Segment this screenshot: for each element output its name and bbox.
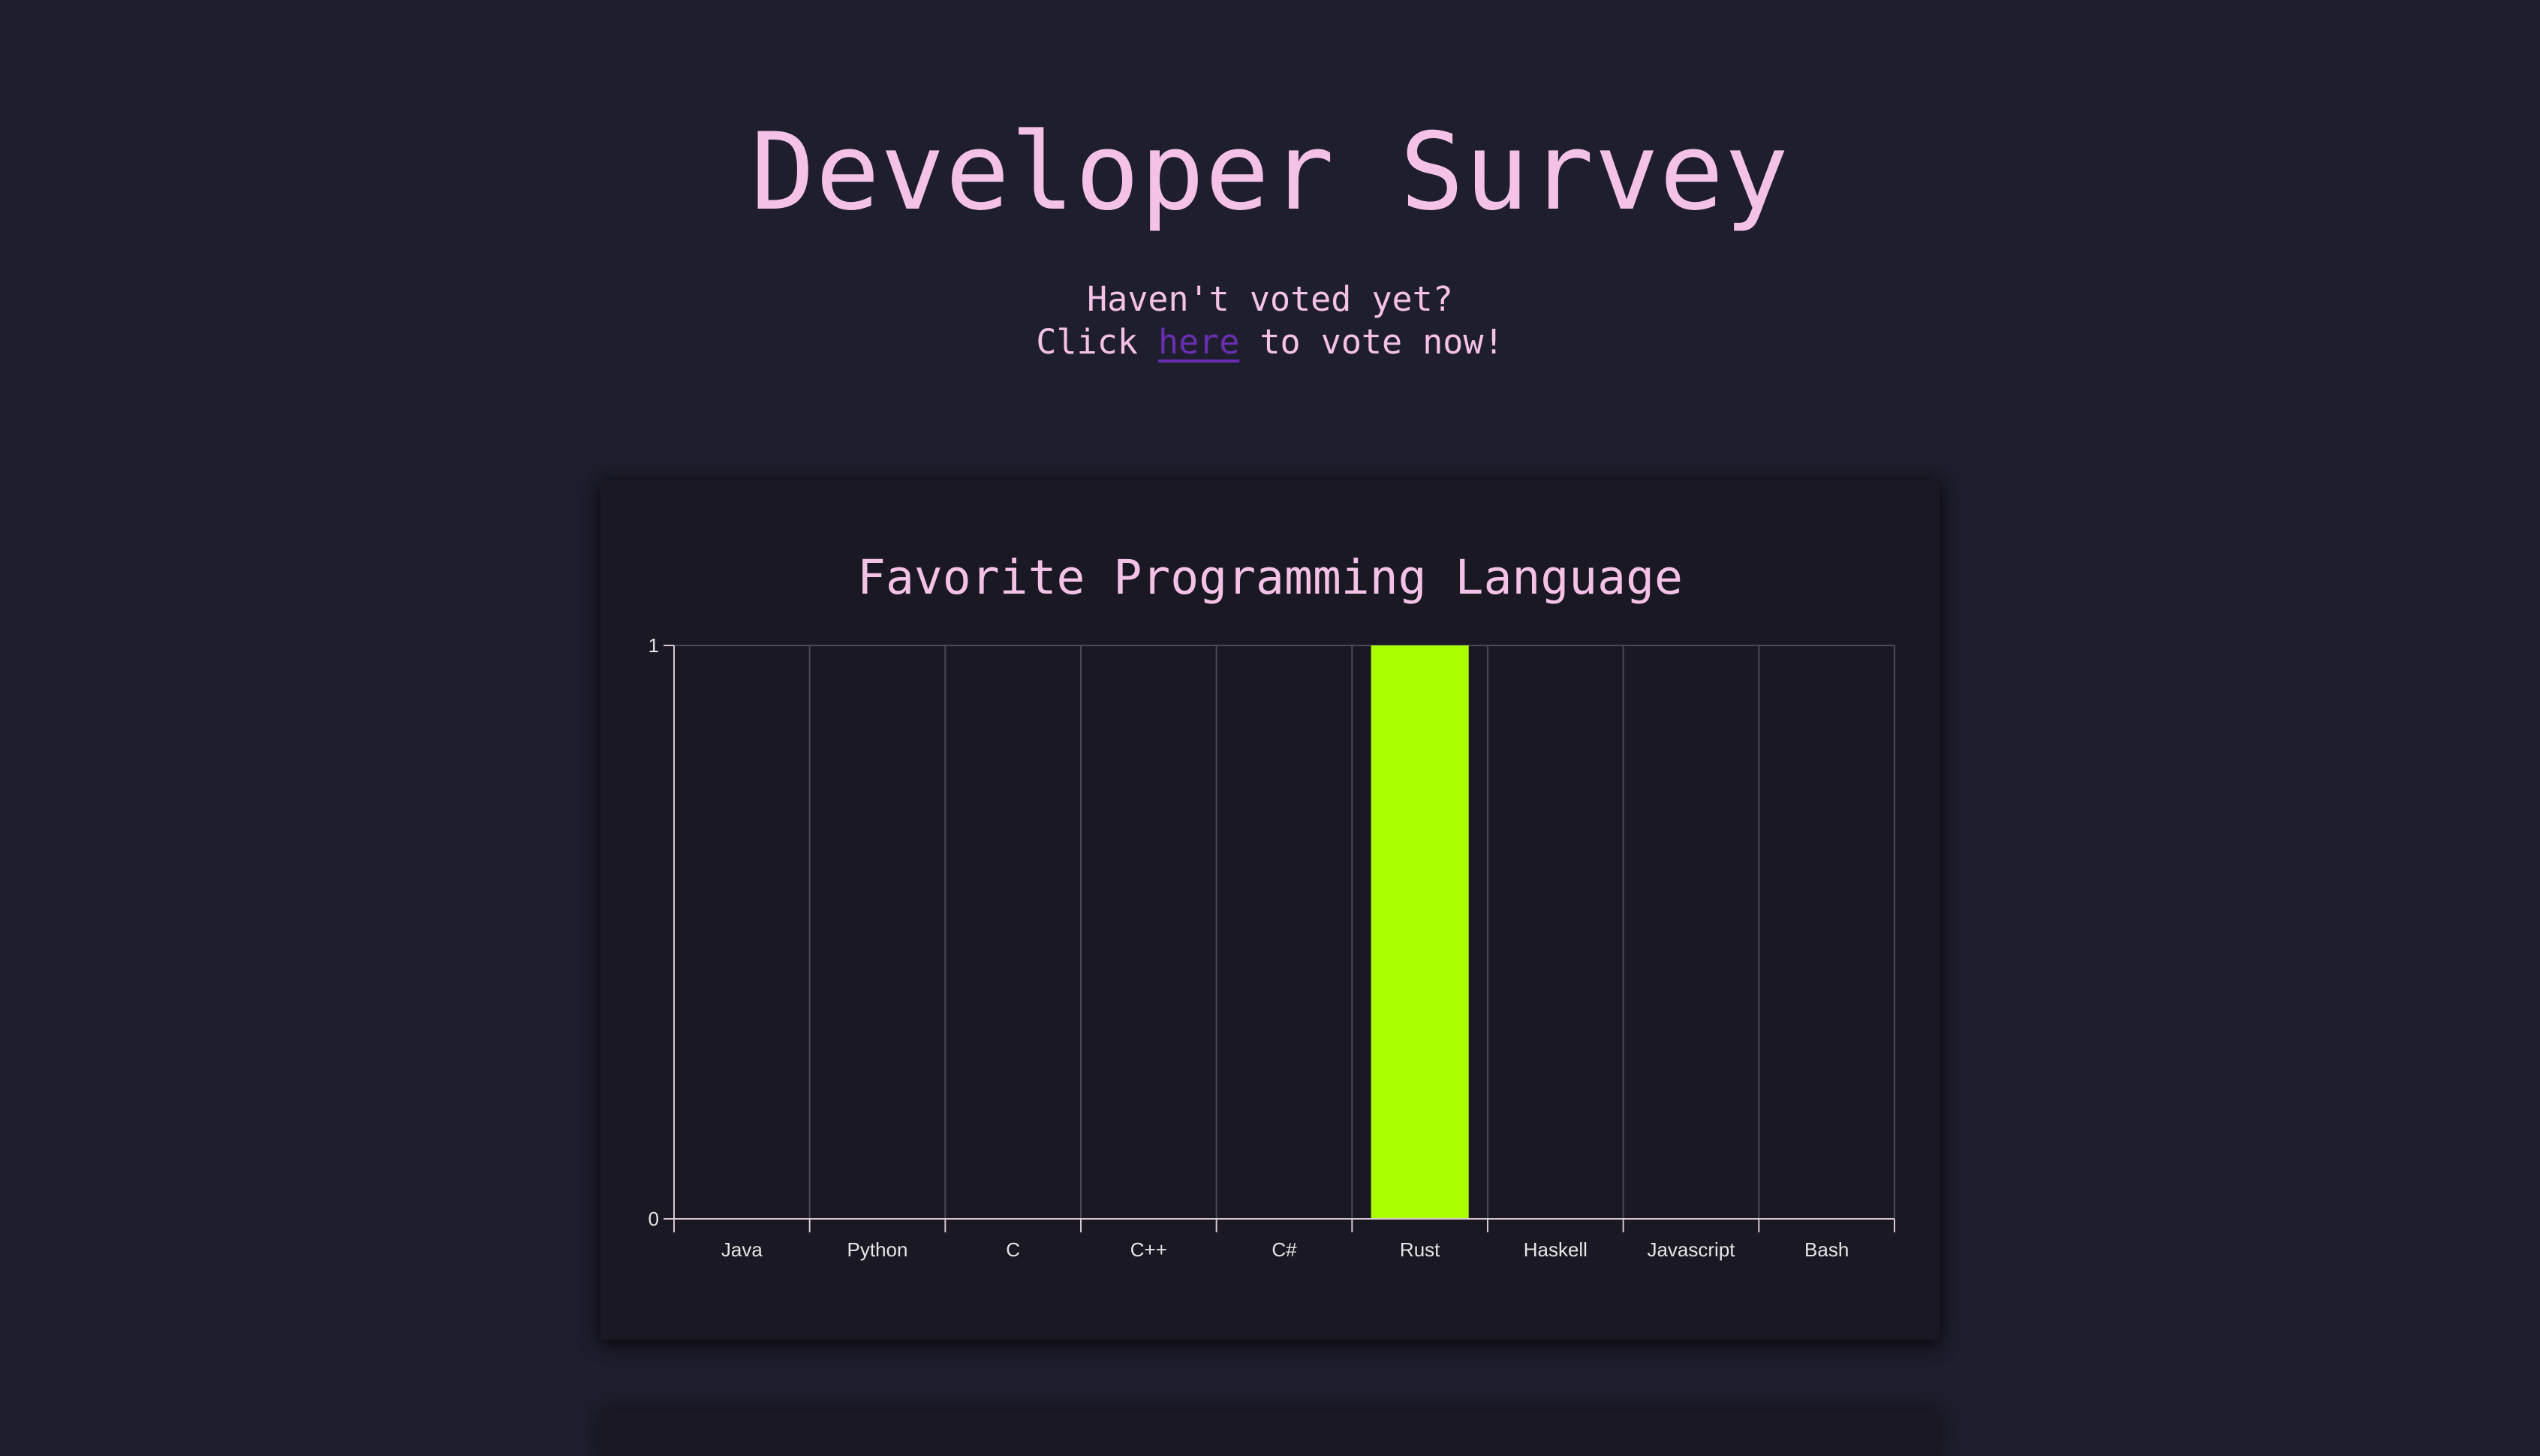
bar-chart: Java Python C C++ C# Rust Haskell Javascript Bas…	[649, 634, 1895, 1261]
y-tick-label: 1	[649, 634, 659, 657]
x-tick-label: C#	[1272, 1238, 1297, 1261]
bar-rust	[1371, 645, 1469, 1219]
x-tick-label: Java	[721, 1238, 763, 1261]
x-tick-label: Haskell	[1524, 1238, 1588, 1261]
y-tick-label: 0	[649, 1208, 659, 1230]
x-tick-label: Javascript	[1647, 1238, 1735, 1261]
x-tick-label: Bash	[1804, 1238, 1849, 1261]
x-tick-label: C++	[1130, 1238, 1167, 1261]
x-tick-label: Python	[847, 1238, 908, 1261]
x-tick-label: Rust	[1400, 1238, 1440, 1261]
x-tick-label: C	[1006, 1238, 1020, 1261]
